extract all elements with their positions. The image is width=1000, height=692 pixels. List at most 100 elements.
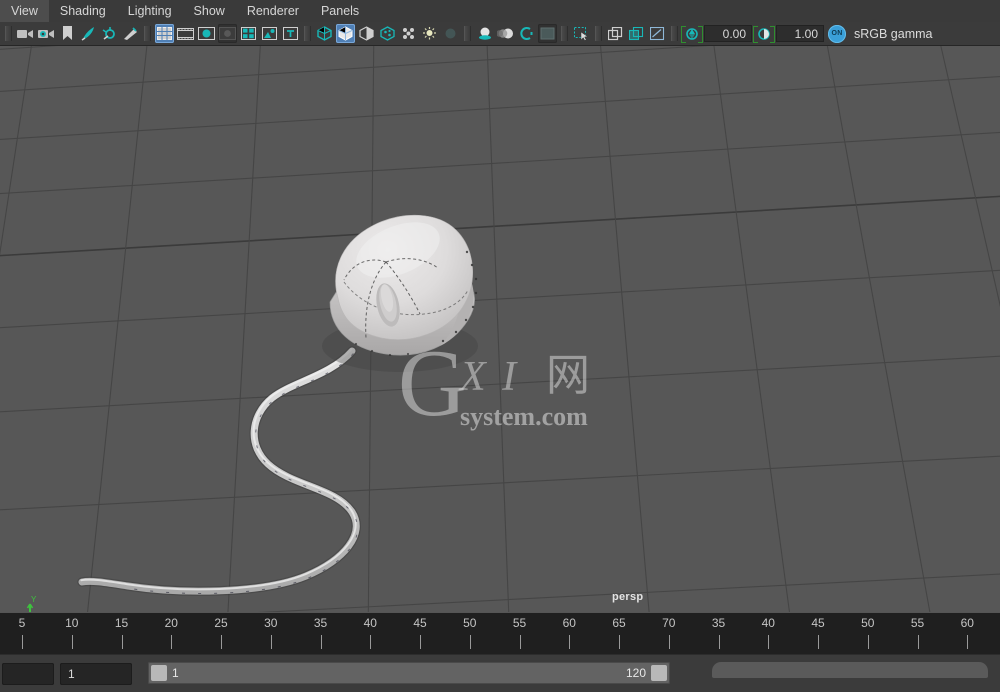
gamma-value[interactable]: 1.00 (776, 25, 824, 42)
grid-toggle-icon[interactable] (155, 24, 174, 43)
tick-mark (420, 635, 421, 649)
exposure-value[interactable]: 0.00 (704, 25, 752, 42)
tick-mark (967, 635, 969, 649)
tick-label: 60 (960, 616, 974, 630)
menu-lighting[interactable]: Lighting (117, 0, 183, 22)
tick-mark (121, 635, 123, 649)
wireframe-icon[interactable] (315, 24, 334, 43)
tick-mark (619, 635, 620, 649)
gate-mask-icon[interactable] (218, 24, 237, 43)
tick-label: 35 (711, 616, 726, 630)
menu-shading[interactable]: Shading (49, 0, 117, 22)
shade-textured-icon[interactable] (357, 24, 376, 43)
toolbar-separator (561, 26, 568, 41)
ambient-occlusion-icon[interactable] (475, 24, 494, 43)
copy-view-icon[interactable] (606, 24, 625, 43)
range-end-handle[interactable] (651, 665, 667, 681)
anim-layer-field[interactable] (2, 663, 54, 685)
render-region-icon[interactable] (121, 24, 140, 43)
tick-mark (818, 635, 820, 649)
tick-label: 30 (264, 616, 278, 630)
viewport-scene: Y x z (0, 46, 1000, 612)
lighting-bulb-icon[interactable] (420, 24, 439, 43)
tick-label: 65 (612, 616, 626, 630)
time-slider-ruler[interactable]: 5 10 15 20 25 30 35 40 45 50 55 60 65 70 35 40 45 50 55 60 (0, 612, 1000, 655)
tick-mark (270, 635, 272, 649)
tick-mark (917, 635, 919, 649)
tick-mark (718, 635, 720, 649)
tick-mark (569, 635, 571, 649)
perspective-viewport[interactable]: Y x z G X I 网 system.com (0, 46, 1000, 612)
tick-mark (71, 635, 73, 649)
menu-bar: View Shading Lighting Show Renderer Pane… (0, 0, 1000, 23)
viewport-toolbar: 0.00 1.00 ON sRGB gamma (0, 22, 1000, 46)
range-start-handle[interactable] (151, 665, 167, 681)
tick-mark (867, 635, 869, 649)
tick-label: 45 (811, 616, 825, 630)
tick-mark (469, 635, 471, 649)
tick-mark (320, 635, 322, 649)
playback-speed-slider[interactable] (712, 662, 988, 678)
camera-name-label: persp (612, 591, 644, 603)
toolbar-separator (304, 26, 311, 41)
menu-view[interactable]: View (0, 0, 49, 22)
exposure-icon[interactable] (681, 24, 703, 43)
range-slider[interactable]: 1 120 (148, 662, 670, 684)
tick-mark (519, 635, 521, 649)
resolution-gate-icon[interactable] (197, 24, 216, 43)
paint-effects-icon[interactable] (79, 24, 98, 43)
panel-copy-icon[interactable] (627, 24, 646, 43)
bookmark-icon[interactable] (58, 24, 77, 43)
isolate-select-icon[interactable] (572, 24, 591, 43)
tick-label: 55 (512, 616, 527, 630)
menu-renderer[interactable]: Renderer (236, 0, 310, 22)
tick-mark (768, 635, 770, 649)
tick-label: 25 (214, 616, 228, 630)
toolbar-separator (671, 26, 678, 41)
tick-label: 60 (562, 616, 576, 630)
smooth-shade-icon[interactable] (336, 24, 355, 43)
tick-label: 40 (761, 616, 775, 630)
anti-alias-icon[interactable] (517, 24, 536, 43)
tick-mark (22, 635, 23, 649)
tick-label: 15 (114, 616, 129, 630)
tick-label: 50 (861, 616, 875, 630)
fourway-view-icon[interactable] (239, 24, 258, 43)
tick-label: 20 (164, 616, 178, 630)
xray-icon[interactable] (399, 24, 418, 43)
tick-label: 70 (662, 616, 676, 630)
srgb-toggle-icon[interactable]: ON (828, 24, 846, 43)
image-plane-icon[interactable] (260, 24, 279, 43)
current-frame-field[interactable]: 1 (60, 663, 132, 685)
color-swatch-icon[interactable] (538, 24, 557, 43)
tick-label: 45 (413, 616, 427, 630)
pane-options-icon[interactable] (648, 24, 667, 43)
tick-label: 10 (65, 616, 79, 630)
tick-mark (221, 635, 222, 649)
range-end-label: 120 (625, 666, 646, 680)
toolbar-separator (595, 26, 602, 41)
menu-panels[interactable]: Panels (310, 0, 370, 22)
svg-text:Y: Y (31, 595, 37, 604)
camera-icon[interactable] (16, 24, 35, 43)
maya-application-window: View Shading Lighting Show Renderer Pane… (0, 0, 1000, 692)
tick-label: 55 (910, 616, 925, 630)
toolbar-separator (144, 26, 151, 41)
text-overlay-icon[interactable] (281, 24, 300, 43)
toolbar-separator (464, 26, 471, 41)
shade-globe-icon[interactable] (378, 24, 397, 43)
range-start-label: 1 (172, 666, 179, 680)
camera-attributes-icon[interactable] (37, 24, 56, 43)
tick-label: 40 (363, 616, 377, 630)
film-gate-icon[interactable] (176, 24, 195, 43)
gamma-icon[interactable] (753, 24, 775, 43)
tick-mark (370, 635, 372, 649)
menu-show[interactable]: Show (183, 0, 236, 22)
shadows-icon[interactable] (441, 24, 460, 43)
tick-label: 5 (18, 616, 26, 630)
toolbar-separator (5, 26, 12, 41)
ipr-render-icon[interactable] (100, 24, 119, 43)
tick-mark (171, 635, 173, 649)
tick-container: 5 10 15 20 25 30 35 40 45 50 55 60 65 70 35 40 45 50 55 60 (0, 613, 1000, 655)
motion-blur-icon[interactable] (496, 24, 515, 43)
